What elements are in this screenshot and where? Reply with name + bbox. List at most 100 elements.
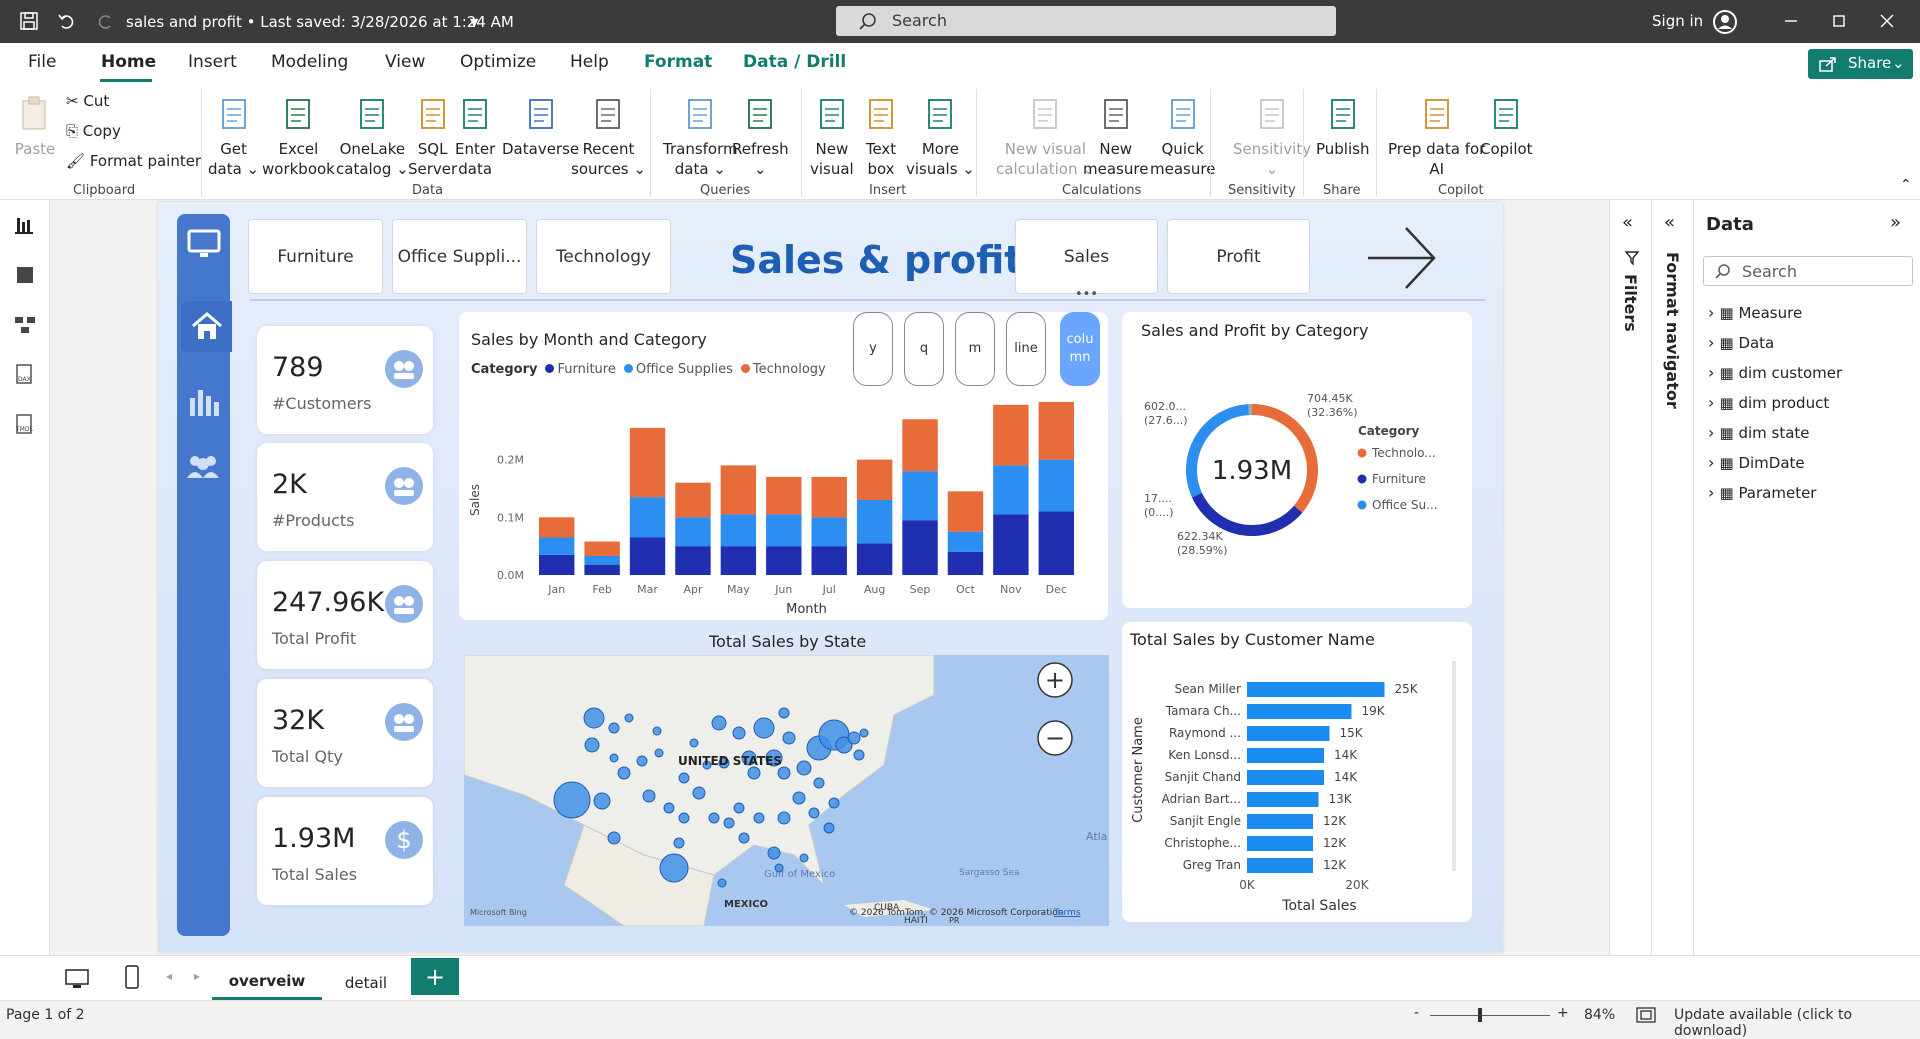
bar-segment-technology[interactable] <box>902 419 938 472</box>
map-bubble[interactable] <box>654 748 664 758</box>
bar-segment-office-supplies[interactable] <box>766 514 802 547</box>
map-bubble[interactable] <box>723 817 735 829</box>
map-bubble[interactable] <box>708 812 720 824</box>
map-bubble[interactable] <box>673 837 685 849</box>
bar-segment-furniture[interactable] <box>902 520 938 575</box>
bar-segment-office-supplies[interactable] <box>811 517 847 547</box>
bar-segment-technology[interactable] <box>720 465 757 515</box>
bar-segment-furniture[interactable] <box>675 546 711 575</box>
bar-segment-technology[interactable] <box>766 476 802 515</box>
data-search-input[interactable]: Search <box>1703 256 1913 286</box>
map-bubble[interactable] <box>608 722 620 734</box>
tmdl-view-icon[interactable]: TMDL <box>12 412 38 438</box>
enter-data-button[interactable]: Enter data <box>455 95 495 179</box>
customer-bar[interactable] <box>1247 858 1313 873</box>
bar-segment-office-supplies[interactable] <box>629 497 666 538</box>
map-bubble[interactable] <box>711 715 727 731</box>
map-bubble[interactable] <box>738 832 750 844</box>
map-bubble[interactable] <box>777 766 791 780</box>
customer-bar[interactable] <box>1247 704 1352 719</box>
bar-segment-office-supplies[interactable] <box>720 514 757 547</box>
collapse-ribbon-icon[interactable]: ⌃ <box>1900 177 1912 193</box>
map-bubble[interactable] <box>747 766 761 780</box>
data-field-dim-product[interactable]: › ▦ dim product <box>1708 393 1829 412</box>
desktop-layout-icon[interactable] <box>64 968 90 990</box>
zoom-slider-thumb[interactable] <box>1478 1008 1482 1022</box>
add-page-button[interactable]: + <box>411 958 459 995</box>
map-bubble[interactable] <box>659 853 689 883</box>
bar-segment-office-supplies[interactable] <box>1038 459 1075 512</box>
mobile-layout-icon[interactable] <box>124 964 140 990</box>
more-visuals-button[interactable]: More visuals ⌄ <box>906 95 975 179</box>
toggle-button-column[interactable]: colu mn <box>1060 312 1100 386</box>
map-bubble[interactable] <box>624 713 634 723</box>
map-bubble[interactable] <box>828 797 840 809</box>
map-bubble[interactable] <box>636 755 648 767</box>
sales-by-customer-chart[interactable]: Sean Miller 25K Tamara Ch... 19K Raymond ...… <box>1122 655 1472 920</box>
bar-segment-technology[interactable] <box>629 427 666 498</box>
data-field-dim-state[interactable]: › ▦ dim state <box>1708 423 1810 442</box>
map-bubble[interactable] <box>808 807 820 819</box>
bar-segment-office-supplies[interactable] <box>584 555 620 565</box>
monitor-icon[interactable] <box>185 226 223 262</box>
map-bubble[interactable] <box>717 878 727 888</box>
bar-segment-furniture[interactable] <box>856 543 893 575</box>
nav-home-active[interactable] <box>181 301 232 352</box>
map-bubble[interactable] <box>584 737 600 753</box>
map-bubble[interactable] <box>692 786 706 800</box>
zoom-slider-track[interactable] <box>1430 1015 1550 1016</box>
donut-slice-other[interactable] <box>1248 404 1252 416</box>
recent-sources-button[interactable]: Recent sources ⌄ <box>571 95 646 179</box>
data-field-dim-customer[interactable]: › ▦ dim customer <box>1708 363 1842 382</box>
collapse-format-icon[interactable]: « <box>1664 212 1675 233</box>
bar-segment-office-supplies[interactable] <box>538 537 575 555</box>
bar-segment-technology[interactable] <box>993 404 1029 466</box>
tab-optimize[interactable]: Optimize <box>460 52 536 72</box>
bar-segment-furniture[interactable] <box>766 546 802 575</box>
onelake-catalog-button[interactable]: OneLake catalog ⌄ <box>336 95 409 179</box>
map-bubble[interactable] <box>583 707 605 729</box>
tab-home[interactable]: Home <box>101 52 156 72</box>
new-visual-button[interactable]: New visual <box>810 95 854 179</box>
report-view-icon[interactable] <box>12 212 38 238</box>
chevron-right-icon[interactable]: › <box>1708 303 1719 322</box>
donut-legend-item[interactable]: Technolo... <box>1371 446 1436 460</box>
sign-in-link[interactable]: Sign in <box>1652 12 1703 30</box>
bar-chart-icon[interactable] <box>185 384 223 420</box>
next-page-icon[interactable]: ▸ <box>194 969 200 983</box>
map-bubble[interactable] <box>553 781 591 819</box>
bar-segment-technology[interactable] <box>856 459 893 500</box>
new-visual-calculation-button[interactable]: New visual calculation ⌄ <box>996 95 1095 179</box>
prep-data-for-ai-button[interactable]: Prep data for AI <box>1388 95 1485 179</box>
data-field-parameter[interactable]: › ▦ Parameter <box>1708 483 1816 502</box>
transform-data-button[interactable]: Transform data ⌄ <box>663 95 738 179</box>
map-bubble[interactable] <box>732 726 746 740</box>
slicer-office-supplies[interactable]: Office Suppli... <box>392 219 527 294</box>
chevron-right-icon[interactable]: › <box>1708 453 1719 472</box>
maximize-icon[interactable] <box>1828 10 1850 32</box>
donut-legend-item[interactable]: Office Su... <box>1372 498 1438 512</box>
data-field-measure[interactable]: › ▦ Measure <box>1708 303 1802 322</box>
account-icon[interactable] <box>1712 9 1738 35</box>
get-data-button[interactable]: Get data ⌄ <box>208 95 259 179</box>
tab-help[interactable]: Help <box>570 52 609 72</box>
map-bubble[interactable] <box>767 846 781 860</box>
map-bubble[interactable] <box>813 777 825 789</box>
bar-segment-furniture[interactable] <box>538 554 575 575</box>
bar-segment-office-supplies[interactable] <box>675 517 711 547</box>
close-icon[interactable] <box>1876 10 1898 32</box>
bar-segment-office-supplies[interactable] <box>947 531 984 552</box>
chevron-right-icon[interactable]: › <box>1708 423 1719 442</box>
map-bubble[interactable] <box>823 822 835 834</box>
excel-workbook-button[interactable]: Excel workbook <box>262 95 335 179</box>
dataverse-button[interactable]: Dataverse <box>502 95 579 159</box>
undo-icon[interactable] <box>56 10 78 32</box>
more-options-icon[interactable]: ••• <box>1075 287 1098 302</box>
page-tab-overview[interactable]: overveiw <box>212 965 322 1000</box>
save-icon[interactable] <box>18 10 40 32</box>
bar-segment-furniture[interactable] <box>1038 511 1075 575</box>
map-bubble[interactable] <box>607 831 621 845</box>
chevron-right-icon[interactable]: › <box>1708 333 1719 352</box>
customer-bar[interactable] <box>1247 748 1324 763</box>
copilot-button[interactable]: Copilot <box>1480 95 1533 159</box>
